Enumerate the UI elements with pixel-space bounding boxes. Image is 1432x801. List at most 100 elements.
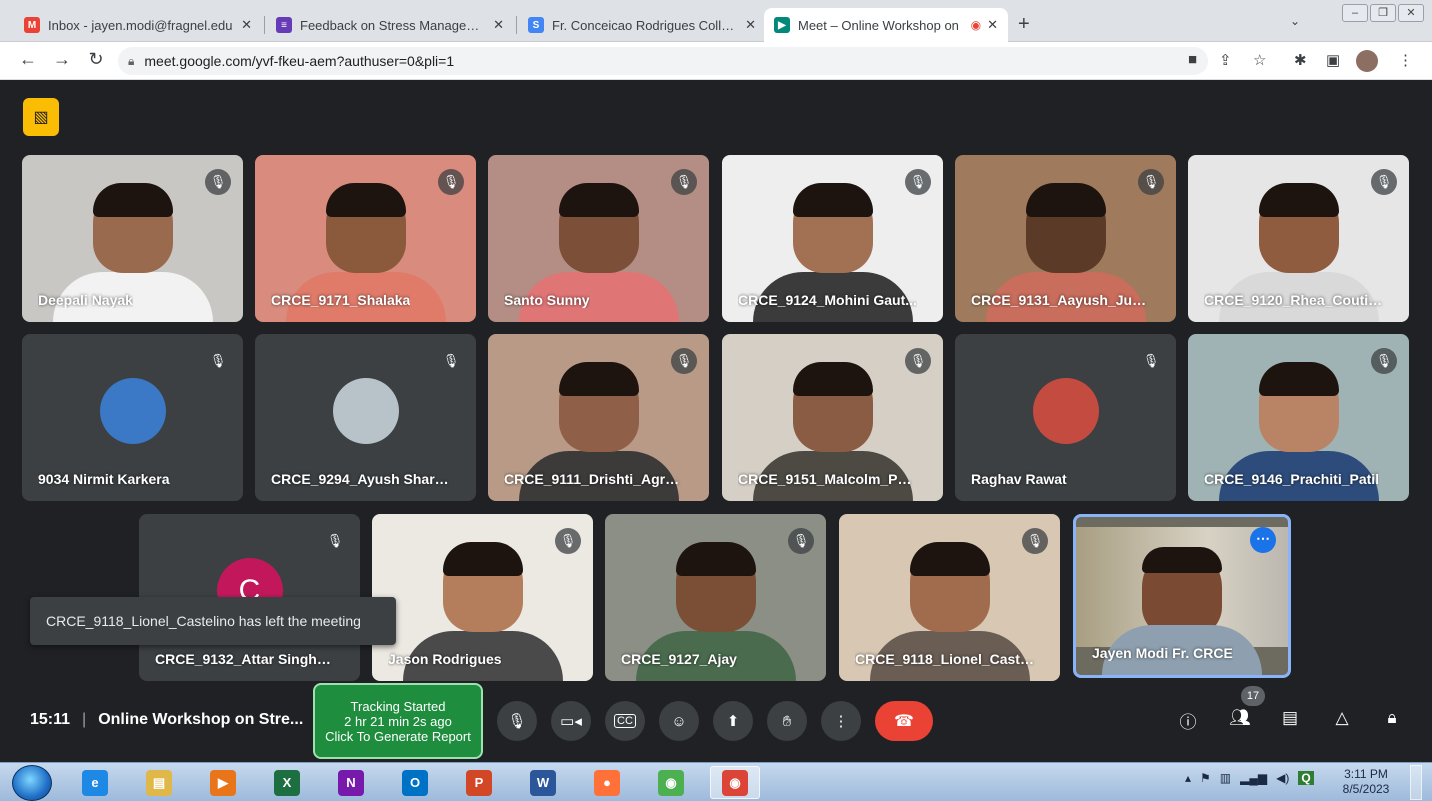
tray-expand-icon[interactable]: ▴ bbox=[1185, 771, 1191, 785]
address-bar[interactable]: 🔒︎ meet.google.com/yvf-fkeu-aem?authuser… bbox=[118, 47, 1208, 75]
host-controls-icon[interactable]: ▧ bbox=[23, 98, 59, 136]
participant-tile[interactable]: 🎙︎ CRCE_9131_Aayush_Juhu... bbox=[955, 155, 1176, 322]
tab-search-icon[interactable]: ⌄ bbox=[1290, 14, 1300, 28]
extensions-icon[interactable]: ✱ bbox=[1294, 51, 1307, 69]
menu-kebab-icon[interactable]: ⋮ bbox=[1398, 51, 1413, 69]
show-desktop-button[interactable] bbox=[1410, 765, 1422, 800]
taskbar-excel[interactable]: X bbox=[262, 766, 312, 799]
microphone-button[interactable]: 🎙︎ bbox=[497, 701, 537, 741]
taskbar-internet-explorer[interactable]: e bbox=[70, 766, 120, 799]
participant-tile[interactable]: 🎙︎ CRCE_9124_Mohini Gaut... bbox=[722, 155, 943, 322]
more-options-icon[interactable]: ⋯ bbox=[1250, 527, 1276, 553]
muted-mic-icon: 🎙︎ bbox=[905, 169, 931, 195]
tab-feedback-form[interactable]: ≡ Feedback on Stress Management ✕ bbox=[266, 8, 514, 42]
tab-google-meet[interactable]: ▶ Meet – Online Workshop on ◉ ✕ bbox=[764, 8, 1008, 42]
share-icon[interactable]: ⇪ bbox=[1219, 51, 1232, 69]
participant-name: Raghav Rawat bbox=[971, 471, 1067, 487]
participant-tile[interactable]: 🎙︎ CRCE_9120_Rhea_Coutin... bbox=[1188, 155, 1409, 322]
close-tab-icon[interactable]: ✕ bbox=[987, 17, 998, 33]
tab-college-site[interactable]: S Fr. Conceicao Rodrigues College ✕ bbox=[518, 8, 766, 42]
meeting-title[interactable]: Online Workshop on Stre... bbox=[98, 711, 303, 729]
forward-icon[interactable]: → bbox=[50, 49, 74, 70]
participant-name: CRCE_9151_Malcolm_Per... bbox=[738, 471, 918, 487]
participant-name: 9034 Nirmit Karkera bbox=[38, 471, 170, 487]
participant-name: CRCE_9111_Drishti_Agra... bbox=[504, 471, 684, 487]
network-icon[interactable]: ▥ bbox=[1220, 771, 1231, 785]
back-icon[interactable]: ← bbox=[16, 49, 40, 70]
internet-explorer-icon: e bbox=[82, 769, 108, 796]
activities-icon[interactable]: △ bbox=[1329, 708, 1355, 728]
avatar bbox=[332, 377, 399, 444]
tab-gmail-inbox[interactable]: M Inbox - jayen.modi@fragnel.edu ✕ bbox=[14, 8, 262, 42]
participant-tile[interactable]: 🎙︎ 9034 Nirmit Karkera bbox=[22, 334, 243, 501]
muted-mic-icon: 🎙︎ bbox=[438, 348, 464, 374]
participant-tile[interactable]: 🎙︎ Raghav Rawat bbox=[955, 334, 1176, 501]
profile-avatar[interactable] bbox=[1356, 50, 1378, 72]
participant-name: Santo Sunny bbox=[504, 292, 590, 308]
close-tab-icon[interactable]: ✕ bbox=[745, 17, 756, 33]
close-tab-icon[interactable]: ✕ bbox=[493, 17, 504, 33]
clock-time: 3:11 PM bbox=[1344, 767, 1388, 781]
host-controls-lock-icon[interactable]: 🔒︎ bbox=[1379, 708, 1405, 728]
quick-heal-icon[interactable]: Q bbox=[1298, 771, 1314, 785]
taskbar-file-explorer[interactable]: ▤ bbox=[134, 766, 184, 799]
participant-tile[interactable]: 🎙︎ CRCE_9118_Lionel_Castel... bbox=[839, 514, 1060, 681]
meeting-details-icon[interactable]: ⓘ bbox=[1175, 708, 1201, 733]
taskbar-chrome[interactable]: ◉ bbox=[646, 766, 696, 799]
taskbar-powerpoint[interactable]: P bbox=[454, 766, 504, 799]
self-video-tile[interactable]: ⋯ Jayen Modi Fr. CRCE bbox=[1073, 514, 1291, 678]
participant-tile[interactable]: 🎙︎ CRCE_9151_Malcolm_Per... bbox=[722, 334, 943, 501]
onenote-icon: N bbox=[338, 769, 364, 796]
leave-call-button[interactable]: ☎︎ bbox=[875, 701, 933, 741]
participant-tile[interactable]: 🎙︎ CRCE_9294_Ayush Sharma bbox=[255, 334, 476, 501]
taskbar-outlook[interactable]: O bbox=[390, 766, 440, 799]
media-player-icon: ▶ bbox=[210, 769, 236, 796]
captions-button[interactable]: CC bbox=[605, 701, 645, 741]
participant-name: CRCE_9171_Shalaka bbox=[271, 292, 411, 308]
minimize-button[interactable]: – bbox=[1342, 4, 1368, 22]
excel-icon: X bbox=[274, 769, 300, 796]
muted-mic-icon: 🎙︎ bbox=[555, 528, 581, 554]
signal-icon[interactable]: ▂▄▆ bbox=[1240, 771, 1267, 785]
participant-tile[interactable]: 🎙︎ CRCE_9127_Ajay bbox=[605, 514, 826, 681]
flag-icon[interactable]: ⚑ bbox=[1200, 771, 1211, 785]
taskbar-onenote[interactable]: N bbox=[326, 766, 376, 799]
bookmark-star-icon[interactable]: ☆ bbox=[1253, 51, 1266, 69]
system-clock[interactable]: 3:11 PM 8/5/2023 bbox=[1336, 767, 1396, 797]
participant-tile[interactable]: 🎙︎ Jason Rodrigues bbox=[372, 514, 593, 681]
participant-tile[interactable]: 🎙︎ Deepali Nayak bbox=[22, 155, 243, 322]
new-tab-button[interactable]: + bbox=[1018, 13, 1030, 36]
more-options-button[interactable]: ⋮ bbox=[821, 701, 861, 741]
side-panel-icon[interactable]: ▣ bbox=[1326, 51, 1340, 69]
outlook-icon: O bbox=[402, 769, 428, 796]
powerpoint-icon: P bbox=[466, 769, 492, 796]
taskbar-media-player[interactable]: ▶ bbox=[198, 766, 248, 799]
muted-mic-icon: 🎙︎ bbox=[1371, 169, 1397, 195]
reactions-button[interactable]: ☺ bbox=[659, 701, 699, 741]
notification-toast: CRCE_9118_Lionel_Castelino has left the … bbox=[30, 597, 396, 645]
participant-tile[interactable]: 🎙︎ Santo Sunny bbox=[488, 155, 709, 322]
taskbar-firefox[interactable]: ● bbox=[582, 766, 632, 799]
participant-tile[interactable]: 🎙︎ CRCE_9146_Prachiti_Patil bbox=[1188, 334, 1409, 501]
participant-video bbox=[558, 183, 639, 273]
participant-tile[interactable]: 🎙︎ CRCE_9111_Drishti_Agra... bbox=[488, 334, 709, 501]
tracking-report-button[interactable]: Tracking Started 2 hr 21 min 2s ago Clic… bbox=[313, 683, 483, 759]
participant-tile[interactable]: 🎙︎ CRCE_9171_Shalaka bbox=[255, 155, 476, 322]
taskbar-chrome-meet[interactable]: ◉ bbox=[710, 766, 760, 799]
people-icon[interactable]: 👥︎ bbox=[1227, 708, 1253, 728]
camera-button[interactable]: ▭◂ bbox=[551, 701, 591, 741]
firefox-icon: ● bbox=[594, 769, 620, 796]
present-screen-icon: ⬆ bbox=[726, 713, 740, 730]
raise-hand-button[interactable]: ✋︎ bbox=[767, 701, 807, 741]
camera-in-use-icon[interactable]: ■ bbox=[1188, 51, 1197, 68]
close-tab-icon[interactable]: ✕ bbox=[241, 17, 252, 33]
maximize-button[interactable]: ❐ bbox=[1370, 4, 1396, 22]
chat-icon[interactable]: ▤ bbox=[1277, 708, 1303, 728]
microphone-icon: 🎙︎ bbox=[507, 713, 527, 730]
present-button[interactable]: ⬆ bbox=[713, 701, 753, 741]
close-window-button[interactable]: ✕ bbox=[1398, 4, 1424, 22]
start-button[interactable] bbox=[12, 765, 52, 801]
volume-icon[interactable]: ◀︎) bbox=[1276, 771, 1289, 785]
taskbar-word[interactable]: W bbox=[518, 766, 568, 799]
reload-icon[interactable]: ↻ bbox=[84, 49, 108, 70]
